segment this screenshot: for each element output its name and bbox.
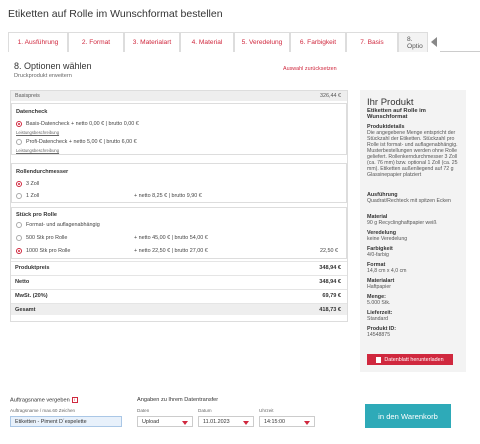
datencheck-option-basis[interactable]: Basis-Datencheck + netto 0,00 € | brutto… bbox=[16, 120, 139, 128]
chevron-left-icon bbox=[431, 37, 437, 47]
summary-label: Netto bbox=[15, 279, 30, 285]
option-label: Basis-Datencheck + netto 0,00 € | brutto… bbox=[26, 121, 139, 127]
document-icon bbox=[376, 356, 382, 363]
options-panel: Basispreis 326,44 € Datencheck Basis-Dat… bbox=[10, 90, 348, 322]
tab-material[interactable]: 4. Material bbox=[180, 32, 234, 52]
rollendurchmesser-section: Rollendurchmesser 3 Zoll 1 Zoll + netto … bbox=[11, 163, 347, 203]
detail-ausfuehrung: Ausführung Quadrat/Rechteck mit spitzen … bbox=[367, 192, 451, 204]
tab-scroll-left-button[interactable] bbox=[428, 32, 440, 52]
chevron-down-icon bbox=[243, 421, 249, 425]
detail-material: Material 90 g Recyclinghaftpapier weiß bbox=[367, 214, 437, 226]
sidebar-title: Ihr Produkt bbox=[367, 97, 414, 108]
step-tabs: 1. Ausführung 2. Format 3. Materialart 4… bbox=[8, 32, 480, 52]
datencheck-section: Datencheck Basis-Datencheck + netto 0,00… bbox=[11, 103, 347, 155]
rollendurchmesser-title: Rollendurchmesser bbox=[16, 169, 69, 175]
detail-lieferzeit: Lieferzeit: Standard bbox=[367, 310, 393, 322]
rollendurchmesser-option-3zoll[interactable]: 3 Zoll bbox=[16, 180, 39, 188]
tab-farbigkeit[interactable]: 6. Farbigkeit bbox=[290, 32, 346, 52]
summary-label: MwSt. (20%) bbox=[15, 293, 48, 299]
auftragsname-hint: Auftragsname / max.60 Zeichen bbox=[10, 408, 76, 413]
uhrzeit-select[interactable]: 14:15:00 bbox=[259, 416, 315, 427]
download-datasheet-label: Datenblatt herunterladen bbox=[384, 356, 444, 363]
page-title: Etiketten auf Rolle im Wunschformat best… bbox=[8, 8, 223, 20]
step-subtitle: Druckprodukt erweitern bbox=[14, 73, 72, 79]
radio-3-zoll[interactable] bbox=[16, 181, 22, 187]
summary-mwst: MwSt. (20%) 69,79 € bbox=[11, 289, 347, 301]
option-label: 3 Zoll bbox=[26, 181, 40, 187]
basispreis-row: Basispreis 326,44 € bbox=[11, 91, 347, 101]
stueck-pro-rolle-section: Stück pro Rolle Format- und auflagenabhä… bbox=[11, 207, 347, 259]
summary-value: 418,73 € bbox=[319, 307, 341, 313]
auftragsname-title: Auftragsname vergeben i bbox=[10, 397, 78, 403]
option-price: + netto 8,25 € | brutto 9,90 € bbox=[134, 193, 202, 199]
detail-produkt-id: Produkt ID: 14548875 bbox=[367, 326, 397, 338]
summary-value: 69,79 € bbox=[322, 293, 341, 299]
tab-optionen[interactable]: 8. Optio bbox=[398, 32, 428, 52]
datum-label: Datum bbox=[198, 408, 212, 413]
stueck-option-500[interactable]: 500 Stk pro Rolle + netto 45,00 € | brut… bbox=[16, 234, 346, 242]
info-icon[interactable]: i bbox=[71, 397, 78, 403]
download-datasheet-button[interactable]: Datenblatt herunterladen bbox=[367, 354, 453, 365]
tab-format[interactable]: 2. Format bbox=[68, 32, 124, 52]
option-label: Profi-Datencheck + netto 5,00 € | brutto… bbox=[26, 139, 137, 145]
datencheck-option-profi[interactable]: Profi-Datencheck + netto 5,00 € | brutto… bbox=[16, 138, 137, 146]
option-label: 1 Zoll bbox=[26, 193, 40, 199]
tab-veredelung[interactable]: 5. Veredelung bbox=[234, 32, 290, 52]
basispreis-label: Basispreis bbox=[15, 93, 40, 99]
radio-1000-stk[interactable] bbox=[16, 248, 22, 254]
radio-500-stk[interactable] bbox=[16, 235, 22, 241]
daten-select[interactable]: Upload bbox=[137, 416, 193, 427]
stueck-option-1000[interactable]: 1000 Stk pro Rolle + netto 22,50 € | bru… bbox=[16, 247, 346, 255]
summary-label: Gesamt bbox=[15, 307, 36, 313]
radio-format-auflage[interactable] bbox=[16, 222, 22, 228]
product-summary-sidebar: Ihr Produkt Etiketten auf Rolle im Wunsc… bbox=[360, 90, 466, 372]
leistungsbeschreibung-link[interactable]: Leistungsbeschreibung bbox=[16, 148, 59, 153]
summary-value: 348,94 € bbox=[319, 279, 341, 285]
summary-gesamt: Gesamt 418,73 € bbox=[11, 303, 347, 315]
summary-netto: Netto 348,94 € bbox=[11, 275, 347, 287]
radio-1-zoll[interactable] bbox=[16, 193, 22, 199]
summary-value: 348,94 € bbox=[319, 265, 341, 271]
option-label: 500 Stk pro Rolle bbox=[26, 235, 68, 241]
leistungsbeschreibung-link[interactable]: Leistungsbeschreibung bbox=[16, 130, 59, 135]
detail-veredelung: Veredelung keine Veredelung bbox=[367, 230, 408, 242]
stueck-option-format[interactable]: Format- und auflagenabhängig bbox=[16, 221, 100, 229]
radio-basis-datencheck[interactable] bbox=[16, 121, 22, 127]
daten-label: Daten bbox=[137, 408, 150, 413]
rollendurchmesser-option-1zoll[interactable]: 1 Zoll + netto 8,25 € | brutto 9,90 € bbox=[16, 192, 346, 200]
option-selected-price: 22,50 € bbox=[320, 248, 338, 254]
detail-format: Format 14,8 cm x 4,0 cm bbox=[367, 262, 407, 274]
datencheck-title: Datencheck bbox=[16, 109, 48, 115]
option-price: + netto 22,50 € | brutto 27,00 € bbox=[134, 248, 208, 254]
basispreis-value: 326,44 € bbox=[320, 93, 341, 99]
option-label: Format- und auflagenabhängig bbox=[26, 222, 100, 228]
summary-label: Produktpreis bbox=[15, 265, 50, 271]
detail-produktdetails: Produktdetails Die angegebene Menge ents… bbox=[367, 124, 458, 178]
chevron-down-icon bbox=[304, 421, 310, 425]
radio-profi-datencheck[interactable] bbox=[16, 139, 22, 145]
summary-produktpreis: Produktpreis 348,94 € bbox=[11, 261, 347, 273]
product-name: Etiketten auf Rolle im Wunschformat bbox=[367, 108, 426, 120]
auftragsname-input[interactable]: Etiketten - Piment D´espelette bbox=[10, 416, 122, 427]
datentransfer-title: Angaben zu Ihrem Datentransfer bbox=[137, 397, 219, 403]
datum-select[interactable]: 11.01.2023 bbox=[198, 416, 254, 427]
tab-basis[interactable]: 7. Basis bbox=[346, 32, 398, 52]
detail-farbigkeit: Farbigkeit 4/0-farbig bbox=[367, 246, 393, 258]
add-to-cart-button[interactable]: in den Warenkorb bbox=[365, 404, 451, 428]
tab-materialart[interactable]: 3. Materialart bbox=[124, 32, 180, 52]
detail-menge: Menge: 5.000 Stk. bbox=[367, 294, 391, 306]
option-price: + netto 45,00 € | brutto 54,00 € bbox=[134, 235, 208, 241]
detail-materialart: Materialart Haftpapier bbox=[367, 278, 395, 290]
stueck-pro-rolle-title: Stück pro Rolle bbox=[16, 212, 58, 218]
chevron-down-icon bbox=[182, 421, 188, 425]
uhrzeit-label: Uhrzeit bbox=[259, 408, 274, 413]
tab-ausfuehrung[interactable]: 1. Ausführung bbox=[8, 32, 68, 52]
reset-selection-link[interactable]: Auswahl zurücksetzen bbox=[283, 66, 337, 72]
option-label: 1000 Stk pro Rolle bbox=[26, 248, 71, 254]
step-title: 8. Optionen wählen bbox=[14, 61, 92, 71]
